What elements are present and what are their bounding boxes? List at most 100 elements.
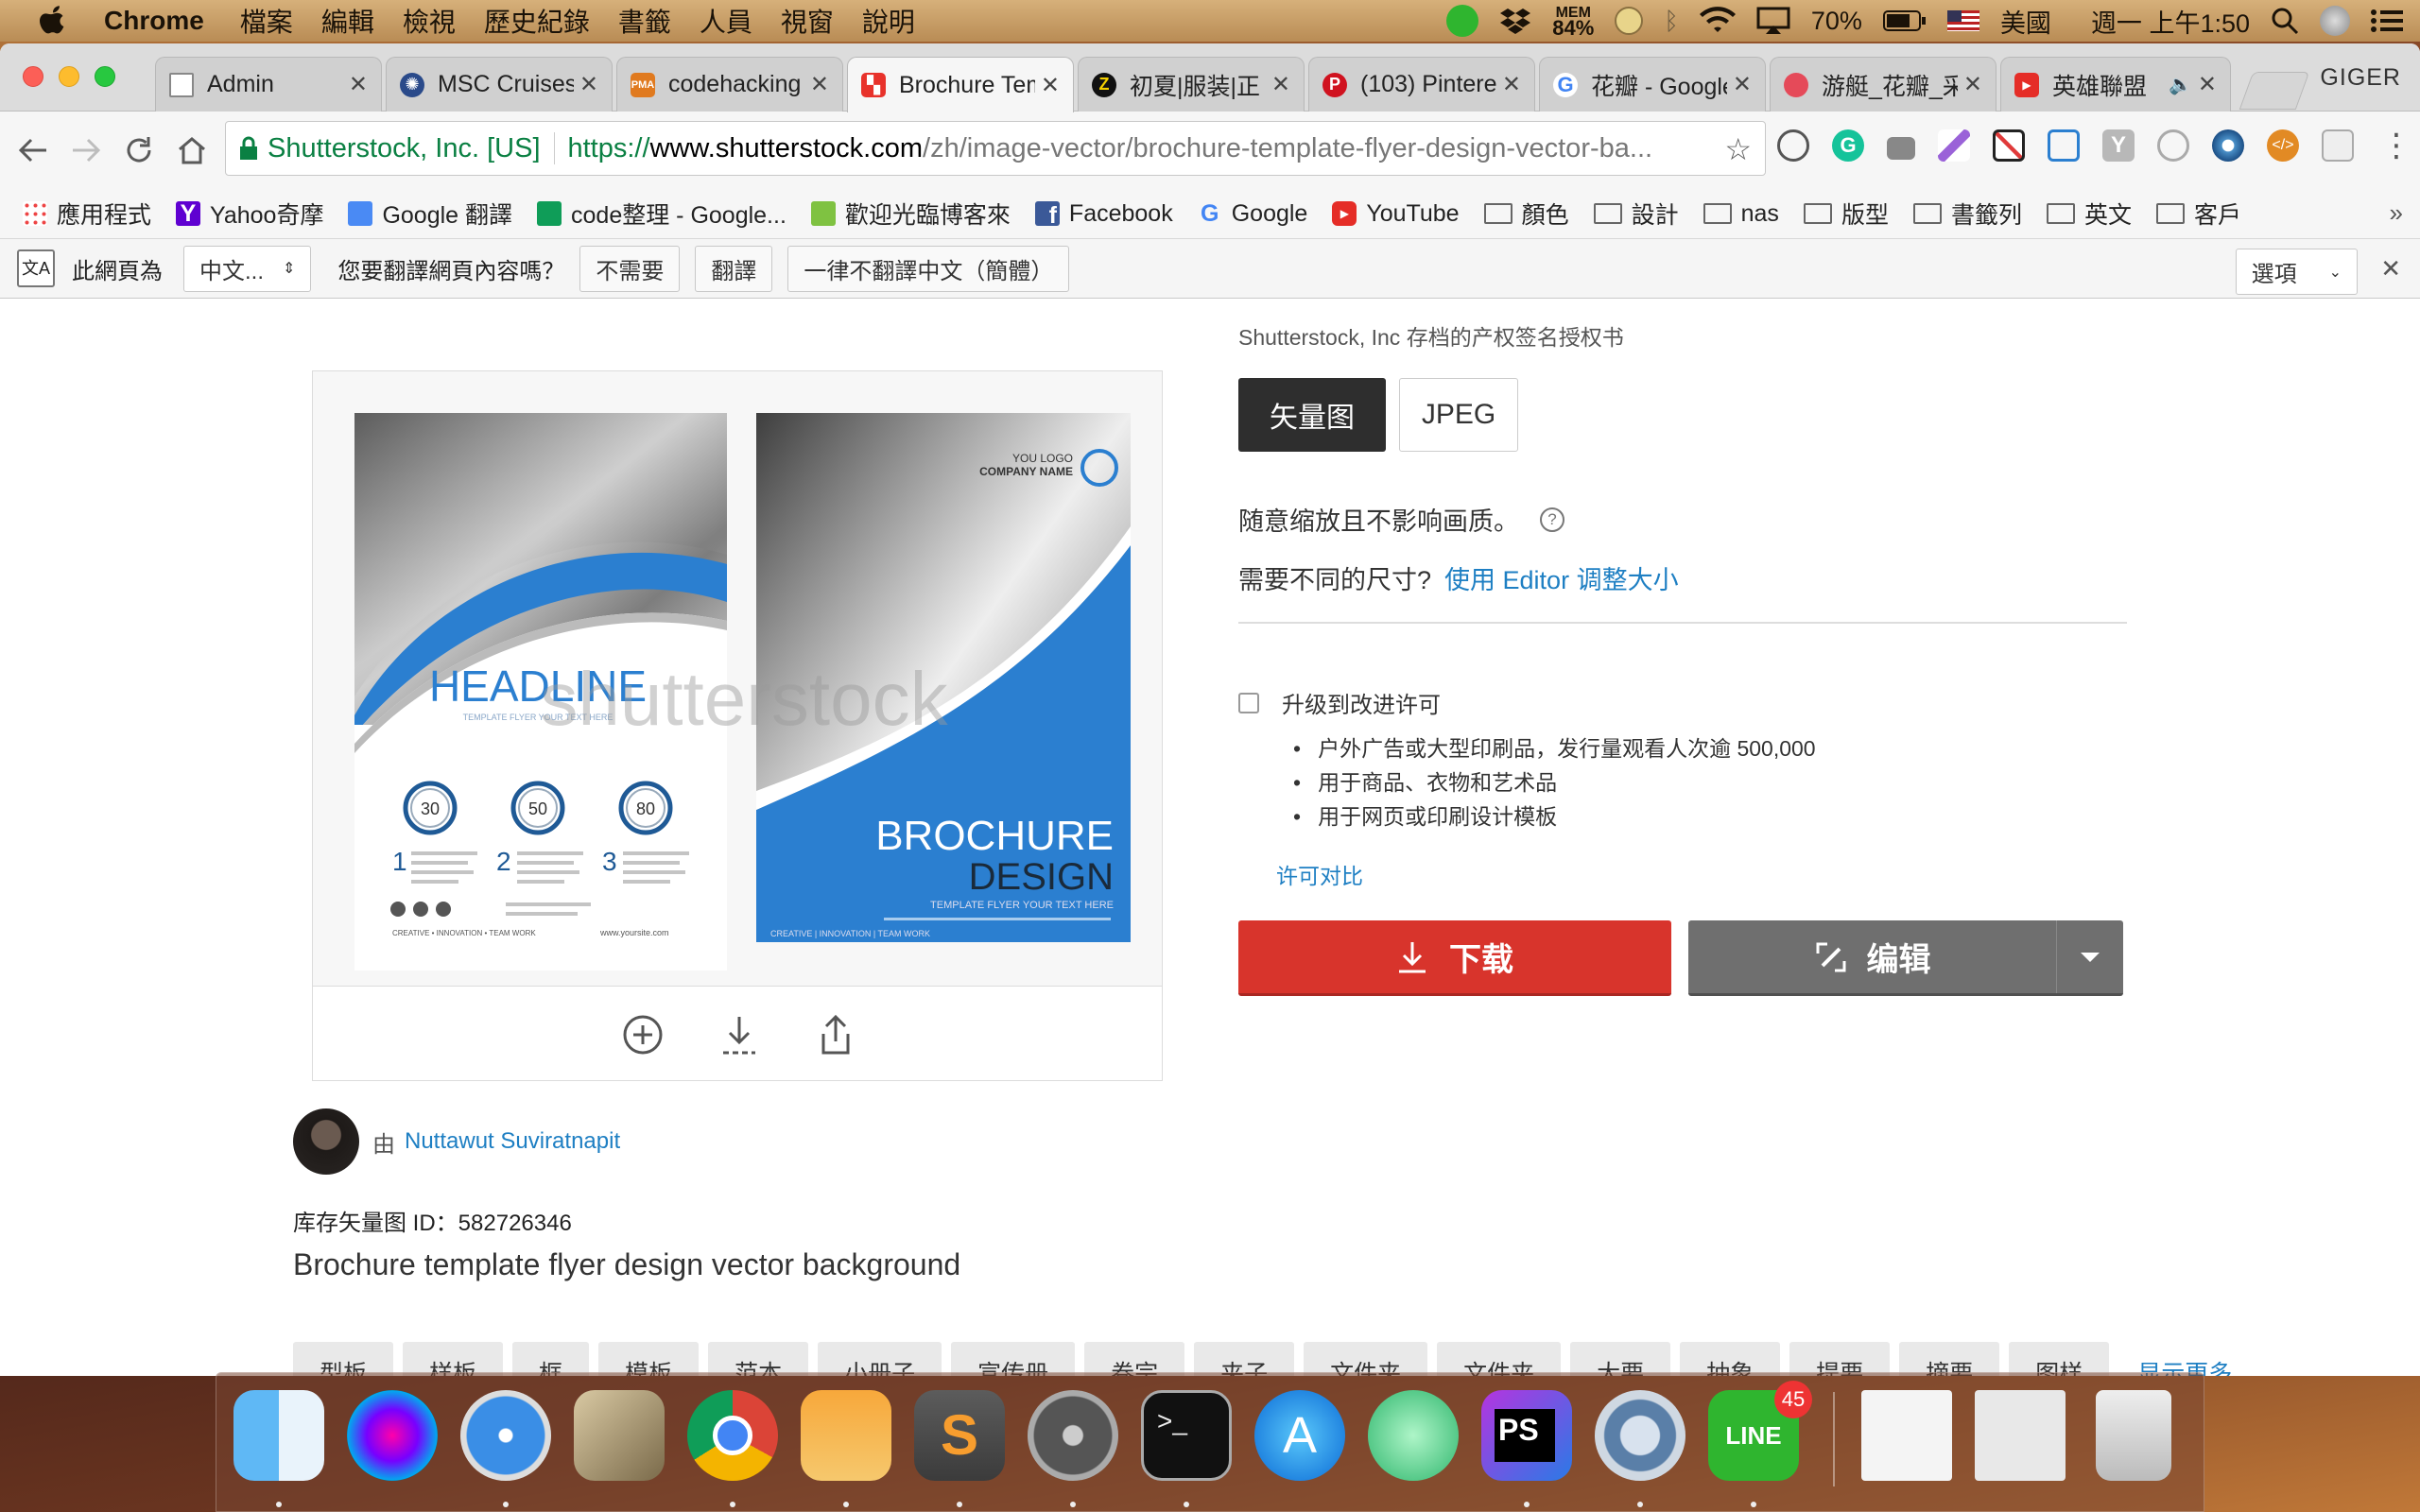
tab-league-of-legends[interactable]: ▶ 英雄聯盟 🔈 ✕ [2000, 57, 2231, 112]
battery-icon[interactable] [1882, 9, 1927, 32]
input-source[interactable]: 美國 [2000, 3, 2051, 40]
tag[interactable]: 文件夹 [1304, 1342, 1428, 1376]
terminal-icon[interactable]: >_ [1141, 1390, 1232, 1481]
clock[interactable]: 週一 上午1:50 [2091, 3, 2250, 40]
close-tab-icon[interactable]: ✕ [1963, 71, 1982, 98]
close-translate-icon[interactable]: ✕ [2380, 254, 2401, 284]
finder-icon[interactable] [233, 1390, 324, 1481]
tag[interactable]: 型板 [293, 1342, 394, 1376]
reload-button[interactable] [113, 125, 164, 176]
tab-admin[interactable]: Admin ✕ [155, 57, 382, 112]
resize-editor-link[interactable]: 使用 Editor 调整大小 [1444, 566, 1679, 594]
edit-button[interactable]: 编辑 [1688, 920, 2123, 996]
bluetooth-icon[interactable]: ᛒ [1664, 7, 1679, 36]
new-tab-button[interactable] [2238, 72, 2310, 110]
chrome-menu-icon[interactable]: ⋮ [2380, 127, 2412, 164]
cross-extension-icon[interactable] [1993, 129, 2025, 162]
menu-edit[interactable]: 編輯 [321, 2, 374, 40]
speaker-icon[interactable]: 🔈 [2169, 73, 2192, 96]
tag[interactable]: 提要 [1789, 1342, 1891, 1376]
address-bar[interactable]: Shutterstock, Inc. [US] https://www.shut… [225, 121, 1766, 176]
atom-icon[interactable] [1368, 1390, 1459, 1481]
close-tab-icon[interactable]: ✕ [2198, 71, 2217, 98]
format-vector-button[interactable]: 矢量图 [1238, 378, 1386, 452]
close-tab-icon[interactable]: ✕ [579, 71, 598, 98]
forward-button[interactable] [60, 125, 112, 176]
download-preview-icon[interactable] [717, 1013, 761, 1057]
grammarly-icon[interactable]: G [1832, 129, 1864, 162]
tab-huaban-google[interactable]: G 花瓣 - Google ✕ [1539, 57, 1766, 112]
close-tab-icon[interactable]: ✕ [1041, 72, 1060, 99]
close-tab-icon[interactable]: ✕ [810, 71, 829, 98]
help-icon[interactable]: ? [1540, 507, 1564, 532]
tag[interactable]: 样板 [403, 1342, 504, 1376]
bookmark-folder-clients[interactable]: 客戶 [2155, 197, 2241, 231]
upgrade-license-option[interactable]: 升级到改进许可 [1238, 686, 1441, 719]
airplay-icon[interactable] [1756, 7, 1790, 35]
tag[interactable]: 图样 [2009, 1342, 2110, 1376]
bookmark-folder-layouts[interactable]: 版型 [1803, 197, 1889, 231]
bookmark-youtube[interactable]: ▶ YouTube [1332, 200, 1460, 228]
notification-center-icon[interactable] [2371, 9, 2403, 33]
tab-brochure-template[interactable]: ▚ Brochure Template✕ [847, 57, 1074, 112]
line-status-icon[interactable] [1446, 5, 1479, 37]
bookmark-books[interactable]: 歡迎光臨博客來 [810, 197, 1011, 231]
share-icon[interactable] [814, 1013, 857, 1057]
tab-pinterest[interactable]: P (103) Pinterest✕ [1308, 57, 1535, 112]
tag[interactable]: 小册子 [818, 1342, 942, 1376]
menu-window[interactable]: 視窗 [781, 2, 834, 40]
menu-app-name[interactable]: Chrome [104, 6, 204, 36]
add-to-lightbox-icon[interactable] [621, 1013, 665, 1057]
tag[interactable]: 框 [512, 1342, 590, 1376]
tag[interactable]: 模板 [598, 1342, 700, 1376]
close-tab-icon[interactable]: ✕ [1271, 71, 1290, 98]
tab-yacht-huaban[interactable]: 游艇_花瓣_采集✕ [1770, 57, 1996, 112]
profile-name[interactable]: GIGER [2320, 64, 2401, 92]
apple-menu-icon[interactable] [0, 6, 104, 36]
memory-monitor[interactable]: MEM 84% [1552, 6, 1594, 39]
menu-history[interactable]: 歷史紀錄 [484, 2, 590, 40]
safari-icon[interactable] [460, 1390, 551, 1481]
menu-people[interactable]: 人員 [700, 2, 752, 40]
edit-dropdown-toggle[interactable] [2057, 920, 2123, 993]
brochure-preview-image[interactable]: HEADLINE TEMPLATE FLYER YOUR TEXT HERE 3… [354, 413, 1133, 976]
screenshot-extension-icon[interactable] [2048, 129, 2080, 162]
minimize-window-icon[interactable] [59, 66, 79, 87]
tab-codehacking[interactable]: PMA codehacking ✕ [616, 57, 843, 112]
menu-help[interactable]: 說明 [862, 2, 915, 40]
compare-licenses-link[interactable]: 许可对比 [1276, 858, 1363, 890]
bookmark-facebook[interactable]: f Facebook [1034, 200, 1173, 229]
tag[interactable]: 宣传册 [951, 1342, 1076, 1376]
sync-extension-icon[interactable] [1777, 129, 1809, 162]
menu-bookmarks[interactable]: 書籤 [618, 2, 671, 40]
never-translate-button[interactable]: 一律不翻譯中文（簡體） [787, 245, 1070, 292]
edit-main[interactable]: 编辑 [1688, 920, 2057, 993]
tab-summer-clothing[interactable]: Z 初夏|服装|正 ✕ [1078, 57, 1305, 112]
app-store-icon[interactable]: A [1254, 1390, 1345, 1481]
more-bookmarks-icon[interactable]: » [2390, 198, 2403, 228]
upgrade-checkbox[interactable] [1238, 692, 1259, 713]
avatar[interactable] [293, 1108, 359, 1175]
download-button[interactable]: 下载 [1238, 920, 1671, 996]
tag[interactable]: 夹子 [1194, 1342, 1295, 1376]
close-tab-icon[interactable]: ✕ [1733, 71, 1752, 98]
menu-view[interactable]: 檢視 [403, 2, 456, 40]
back-button[interactable] [8, 125, 59, 176]
close-window-icon[interactable] [23, 66, 43, 87]
bookmark-folder-english[interactable]: 英文 [2046, 197, 2132, 231]
siri-icon[interactable] [347, 1390, 438, 1481]
menu-file[interactable]: 檔案 [240, 2, 293, 40]
author-link[interactable]: Nuttawut Suviratnapit [405, 1128, 620, 1155]
feather-icon[interactable] [1938, 129, 1970, 162]
wifi-icon[interactable] [1699, 7, 1736, 35]
home-button[interactable] [166, 125, 217, 176]
tag[interactable]: 文件夹 [1437, 1342, 1562, 1376]
camera-icon[interactable] [1887, 137, 1915, 160]
bookmark-folder-design[interactable]: 設計 [1593, 197, 1679, 231]
y-extension-icon[interactable]: Y [2102, 129, 2135, 162]
format-jpeg-button[interactable]: JPEG [1399, 378, 1518, 452]
mail-icon[interactable] [574, 1390, 665, 1481]
close-tab-icon[interactable]: ✕ [1502, 71, 1521, 98]
window-extension-icon[interactable] [2322, 129, 2354, 162]
bookmark-google[interactable]: G Google [1198, 200, 1307, 228]
